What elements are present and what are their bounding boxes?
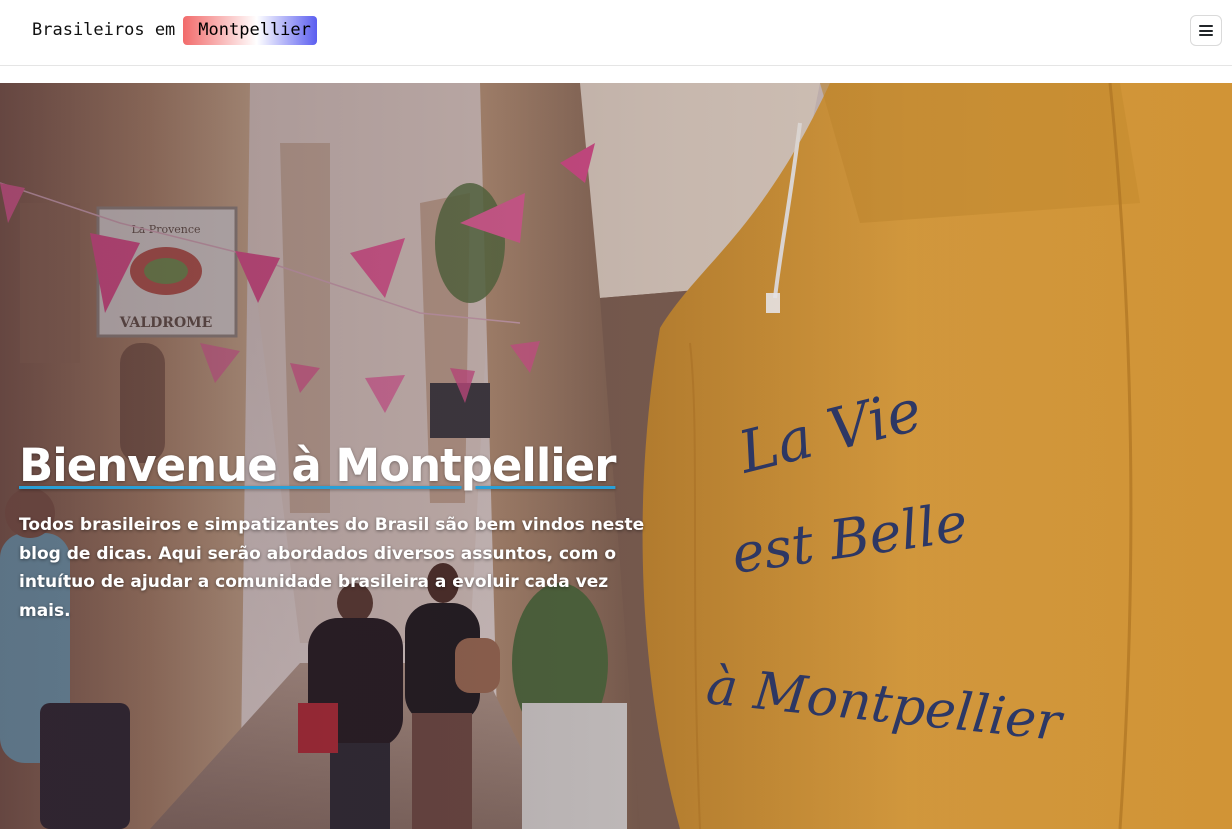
hamburger-icon	[1199, 25, 1213, 36]
hero-section: La Provence VALDROME	[0, 83, 1232, 829]
top-navbar: Brasileiros em Montpellier	[0, 0, 1232, 66]
brand-highlight: Montpellier	[183, 15, 317, 45]
menu-toggle-button[interactable]	[1190, 15, 1222, 46]
brand-prefix: Brasileiros em	[32, 20, 176, 40]
site-brand-link[interactable]: Brasileiros em Montpellier	[32, 14, 317, 46]
hero-title[interactable]: Bienvenue à Montpellier	[19, 438, 616, 494]
hero-description: Todos brasileiros e simpatizantes do Bra…	[19, 515, 645, 621]
